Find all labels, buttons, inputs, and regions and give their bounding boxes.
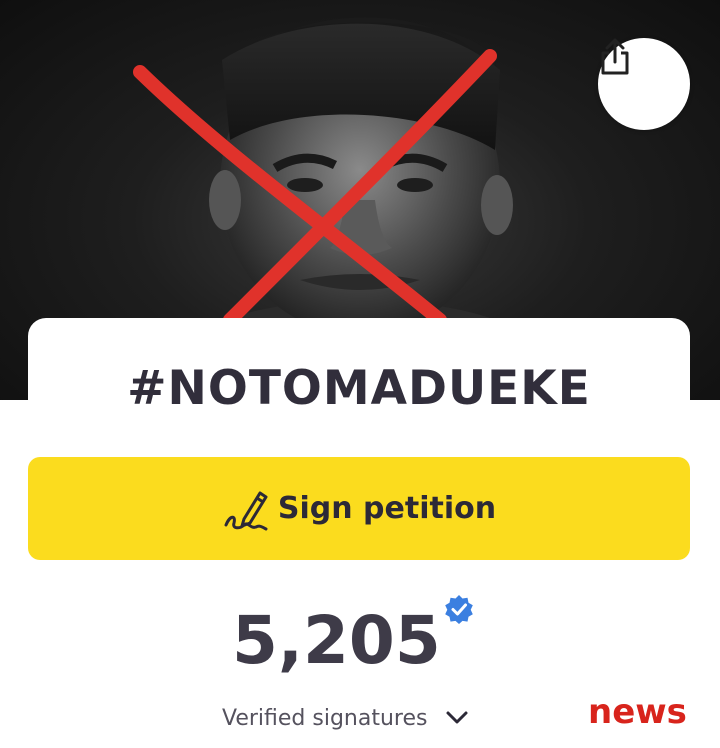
eye-right [397, 178, 433, 192]
verified-signatures-label: Verified signatures [222, 705, 428, 731]
share-button[interactable] [598, 38, 690, 130]
ear-right [481, 175, 513, 235]
signature-count: 5,205 [232, 602, 441, 679]
signature-count-area: 5,205 [0, 596, 720, 686]
petition-page: #NOTOMADUEKE Sign petition 5,205 Verifie… [0, 0, 720, 748]
sign-petition-label: Sign petition [277, 491, 497, 526]
news-watermark: news [588, 692, 687, 732]
verified-signatures-toggle[interactable]: Verified signatures [222, 700, 469, 736]
ear-left [209, 170, 241, 230]
pen-signature-icon [224, 491, 268, 530]
sign-petition-button[interactable]: Sign petition [28, 457, 690, 560]
eye-left [287, 178, 323, 192]
chevron-down-icon [446, 711, 468, 724]
verified-check-icon [445, 595, 473, 624]
share-icon [601, 38, 629, 75]
petition-title: #NOTOMADUEKE [127, 361, 591, 416]
